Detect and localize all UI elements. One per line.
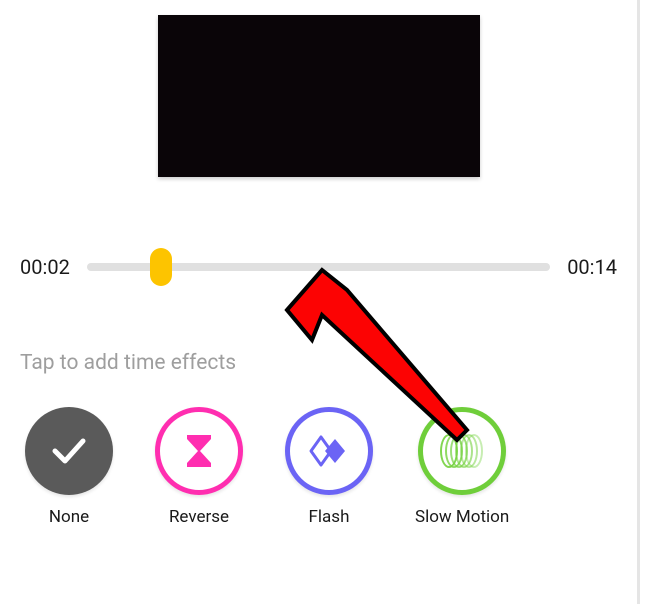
effect-reverse[interactable]: Reverse <box>155 407 243 527</box>
effects-editor-panel: 00:02 00:14 Tap to add time effects None… <box>0 0 640 604</box>
slow-motion-icon <box>440 433 484 469</box>
effect-flash-label: Flash <box>309 507 350 527</box>
total-time-label: 00:14 <box>562 255 617 279</box>
timeline: 00:02 00:14 <box>15 255 622 279</box>
current-time-label: 00:02 <box>20 255 75 279</box>
diamonds-icon <box>307 433 351 469</box>
video-preview[interactable] <box>158 15 480 177</box>
effect-none-circle <box>25 407 113 495</box>
effect-slow-motion[interactable]: Slow Motion <box>415 407 509 527</box>
timeline-slider-handle[interactable] <box>150 248 172 286</box>
effect-reverse-label: Reverse <box>169 507 229 527</box>
check-icon <box>47 429 91 473</box>
effect-flash-circle <box>285 407 373 495</box>
effect-flash[interactable]: Flash <box>285 407 373 527</box>
effect-slow-motion-circle <box>418 407 506 495</box>
effect-reverse-circle <box>155 407 243 495</box>
effect-none-label: None <box>49 507 89 527</box>
instruction-text: Tap to add time effects <box>15 351 622 375</box>
effect-slow-motion-label: Slow Motion <box>415 507 509 527</box>
timeline-slider-track[interactable] <box>87 263 550 271</box>
hourglass-icon <box>181 431 217 471</box>
effects-row: None Reverse Flash <box>15 407 622 527</box>
effect-none[interactable]: None <box>25 407 113 527</box>
